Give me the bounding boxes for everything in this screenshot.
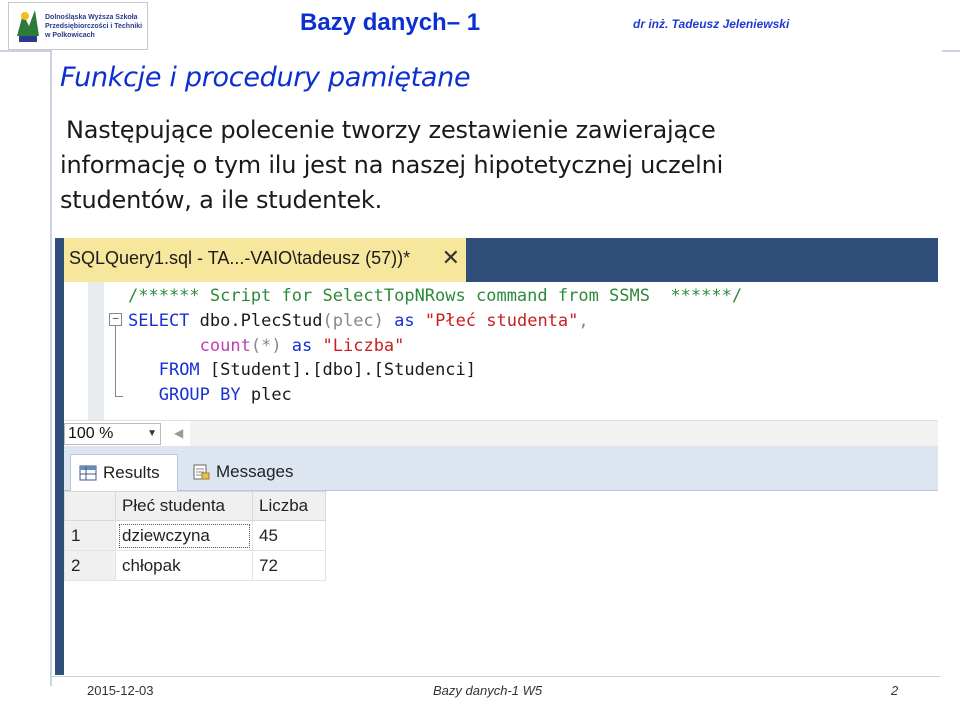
code-select-keyword: SELECT <box>128 310 190 331</box>
slide-body-text: Następujące polecenie tworzy zestawienie… <box>60 113 820 218</box>
code-select-column: dbo.PlecStud <box>189 310 323 331</box>
chevron-down-icon: ▼ <box>147 428 157 439</box>
code-count-function: count <box>199 335 251 356</box>
slide-header: Dolnośląska Wyższa Szkoła Przedsiębiorcz… <box>0 0 960 52</box>
body-line-2: informację o tym ilu jest na naszej hipo… <box>60 151 724 179</box>
cell-plec[interactable]: chłopak <box>115 550 253 581</box>
code-comma: , <box>578 310 589 331</box>
cell-liczba[interactable]: 72 <box>252 550 326 581</box>
ssms-left-bar <box>55 238 64 675</box>
code-alias-1: "Płeć studenta" <box>424 310 579 331</box>
table-row: 2 chłopak 72 <box>64 550 326 581</box>
logo-text: Dolnośląska Wyższa Szkoła Przedsiębiorcz… <box>45 13 142 40</box>
course-title: Bazy danych– 1 <box>300 9 481 36</box>
results-grid-area: Płeć studenta Liczba 1 dziewczyna 45 2 c… <box>64 491 938 675</box>
tab-results[interactable]: Results <box>70 454 178 491</box>
footer-date: 2015-12-03 <box>87 683 154 698</box>
code-count-arg: (*) <box>250 335 282 356</box>
tab-messages[interactable]: Messages <box>184 454 302 490</box>
fold-line <box>115 326 116 396</box>
scroll-left-icon[interactable]: ◀ <box>174 426 183 440</box>
sql-code: /****** Script for SelectTopNRows comman… <box>128 284 742 408</box>
slide-title: Funkcje i procedury pamiętane <box>60 62 471 93</box>
page-number: 2 <box>891 683 899 698</box>
code-group-column: plec <box>240 385 292 406</box>
grid-icon <box>79 465 97 481</box>
messages-icon <box>193 464 210 480</box>
horizontal-scrollbar[interactable] <box>190 421 938 447</box>
university-logo: Dolnośląska Wyższa Szkoła Przedsiębiorcz… <box>8 2 148 50</box>
zoom-bar: 100 % ▼ ◀ <box>64 420 938 447</box>
code-from-keyword: FROM <box>158 360 200 381</box>
cell-liczba[interactable]: 45 <box>252 520 326 551</box>
body-line-1: Następujące polecenie tworzy zestawienie… <box>66 116 716 144</box>
code-group-by-keyword: GROUP BY <box>158 385 241 406</box>
university-emblem-icon <box>17 10 39 42</box>
ssms-screenshot: SQLQuery1.sql - TA...-VAIO\tadeusz (57))… <box>55 238 938 675</box>
code-select-arg: (plec) <box>322 310 384 331</box>
code-as-keyword-2: as <box>281 335 323 356</box>
query-tab-label: SQLQuery1.sql - TA...-VAIO\tadeusz (57))… <box>69 248 411 268</box>
logo-line-2: Przedsiębiorczości i Techniki <box>45 23 143 30</box>
code-as-keyword: as <box>383 310 425 331</box>
results-tab-strip: Results Messages <box>64 446 938 491</box>
tab-results-label: Results <box>103 463 160 482</box>
results-pane: Results Messages Płeć studenta Liczba 1 … <box>64 446 938 675</box>
zoom-dropdown[interactable]: 100 % ▼ <box>64 423 161 445</box>
code-from-table: [Student].[dbo].[Studenci] <box>199 360 477 381</box>
grid-corner[interactable] <box>64 491 116 521</box>
logo-line-3: w Polkowicach <box>45 32 95 39</box>
close-icon[interactable]: ✕ <box>442 245 460 271</box>
footer-lecture-name: Bazy danych-1 W5 <box>433 683 543 698</box>
fold-end <box>115 396 123 397</box>
row-number[interactable]: 2 <box>64 550 116 581</box>
zoom-value: 100 % <box>68 425 114 442</box>
sql-editor[interactable]: − /****** Script for SelectTopNRows comm… <box>64 282 938 420</box>
column-header-plec[interactable]: Płeć studenta <box>115 491 253 521</box>
row-number[interactable]: 1 <box>64 520 116 551</box>
code-comment: /****** Script for SelectTopNRows comman… <box>128 286 743 306</box>
code-alias-2: "Liczba" <box>322 335 405 356</box>
cell-plec[interactable]: dziewczyna <box>115 520 253 551</box>
collapse-icon[interactable]: − <box>109 313 122 326</box>
editor-gutter <box>88 282 104 420</box>
column-header-liczba[interactable]: Liczba <box>252 491 326 521</box>
footer-divider <box>50 676 940 677</box>
results-grid: Płeć studenta Liczba 1 dziewczyna 45 2 c… <box>64 491 326 581</box>
grid-header-row: Płeć studenta Liczba <box>64 491 326 521</box>
author-name: dr inż. Tadeusz Jeleniewski <box>633 17 790 31</box>
query-tab[interactable]: SQLQuery1.sql - TA...-VAIO\tadeusz (57))… <box>64 238 466 284</box>
table-row: 1 dziewczyna 45 <box>64 520 326 551</box>
tab-messages-label: Messages <box>216 462 294 481</box>
tab-strip-background <box>466 238 938 282</box>
logo-line-1: Dolnośląska Wyższa Szkoła <box>45 14 138 21</box>
body-line-3: studentów, a ile studentek. <box>60 186 383 214</box>
